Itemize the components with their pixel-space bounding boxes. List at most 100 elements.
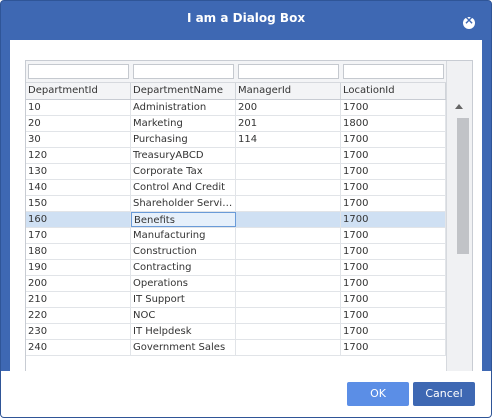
managerid-cell[interactable] xyxy=(236,276,341,291)
filter-departmentid-input[interactable] xyxy=(28,64,129,79)
locationid-cell[interactable]: 1700 xyxy=(341,260,446,275)
table-row[interactable]: 120 TreasuryABCD 1700 xyxy=(26,148,446,164)
departmentid-cell[interactable]: 200 xyxy=(26,276,131,291)
departmentid-cell[interactable]: 20 xyxy=(26,116,131,131)
locationid-cell[interactable]: 1700 xyxy=(341,324,446,339)
managerid-cell[interactable]: 200 xyxy=(236,100,341,115)
departmentname-cell[interactable]: Administration xyxy=(131,100,236,115)
departmentid-cell[interactable]: 130 xyxy=(26,164,131,179)
departmentname-cell[interactable]: Benefits xyxy=(131,212,236,227)
column-header-locationid[interactable]: LocationId xyxy=(341,83,446,99)
table-row[interactable]: 160 Benefits 1700 xyxy=(26,212,446,228)
managerid-cell[interactable] xyxy=(236,292,341,307)
column-header-row: DepartmentId DepartmentName ManagerId Lo… xyxy=(26,83,446,100)
managerid-cell[interactable]: 114 xyxy=(236,132,341,147)
grid-rows: 10 Administration 200 1700 20 Marketing 201 180… xyxy=(26,100,446,399)
table-row[interactable]: 170 Manufacturing 1700 xyxy=(26,228,446,244)
departmentname-cell[interactable]: Operations xyxy=(131,276,236,291)
departmentid-cell[interactable]: 30 xyxy=(26,132,131,147)
table-row[interactable]: 30 Purchasing 114 1700 xyxy=(26,132,446,148)
departmentname-cell[interactable]: Construction xyxy=(131,244,236,259)
table-row[interactable]: 200 Operations 1700 xyxy=(26,276,446,292)
dialog-window: I am a Dialog Box DepartmentId Departmen… xyxy=(0,0,492,418)
locationid-cell[interactable]: 1700 xyxy=(341,212,446,227)
departmentname-cell[interactable]: Control And Credit xyxy=(131,180,236,195)
departmentid-cell[interactable]: 150 xyxy=(26,196,131,211)
departmentid-cell[interactable]: 210 xyxy=(26,292,131,307)
table-row[interactable]: 130 Corporate Tax 1700 xyxy=(26,164,446,180)
scroll-up-icon[interactable] xyxy=(455,104,463,109)
column-header-departmentid[interactable]: DepartmentId xyxy=(26,83,131,99)
dialog-title: I am a Dialog Box xyxy=(186,11,306,25)
departmentname-cell[interactable]: Manufacturing xyxy=(131,228,236,243)
departmentid-cell[interactable]: 180 xyxy=(26,244,131,259)
managerid-cell[interactable] xyxy=(236,164,341,179)
table-row[interactable]: 230 IT Helpdesk 1700 xyxy=(26,324,446,340)
locationid-cell[interactable]: 1700 xyxy=(341,196,446,211)
locationid-cell[interactable]: 1700 xyxy=(341,100,446,115)
locationid-cell[interactable]: 1700 xyxy=(341,148,446,163)
locationid-cell[interactable]: 1700 xyxy=(341,340,446,355)
departmentname-cell[interactable]: Corporate Tax xyxy=(131,164,236,179)
managerid-cell[interactable] xyxy=(236,148,341,163)
departmentname-cell[interactable]: TreasuryABCD xyxy=(131,148,236,163)
departmentname-cell[interactable]: IT Support xyxy=(131,292,236,307)
departmentid-cell[interactable]: 230 xyxy=(26,324,131,339)
managerid-cell[interactable]: 201 xyxy=(236,116,341,131)
locationid-cell[interactable]: 1700 xyxy=(341,292,446,307)
departmentname-cell[interactable]: NOC xyxy=(131,308,236,323)
locationid-cell[interactable]: 1700 xyxy=(341,132,446,147)
vertical-scrollbar[interactable] xyxy=(446,61,472,399)
departmentid-cell[interactable]: 240 xyxy=(26,340,131,355)
table-row[interactable]: 240 Government Sales 1700 xyxy=(26,340,446,356)
managerid-cell[interactable] xyxy=(236,196,341,211)
table-row[interactable]: 210 IT Support 1700 xyxy=(26,292,446,308)
departmentname-cell[interactable]: Government Sales xyxy=(131,340,236,355)
table-row[interactable]: 20 Marketing 201 1800 xyxy=(26,116,446,132)
column-header-managerid[interactable]: ManagerId xyxy=(236,83,341,99)
departmentname-cell[interactable]: Contracting xyxy=(131,260,236,275)
cancel-button[interactable]: Cancel xyxy=(413,382,475,406)
departmentname-cell[interactable]: Shareholder Servic... xyxy=(131,196,236,211)
table-row[interactable]: 10 Administration 200 1700 xyxy=(26,100,446,116)
table-row[interactable]: 190 Contracting 1700 xyxy=(26,260,446,276)
managerid-cell[interactable] xyxy=(236,244,341,259)
managerid-cell[interactable] xyxy=(236,308,341,323)
locationid-cell[interactable]: 1700 xyxy=(341,276,446,291)
departmentid-cell[interactable]: 140 xyxy=(26,180,131,195)
table-row[interactable]: 140 Control And Credit 1700 xyxy=(26,180,446,196)
departmentid-cell[interactable]: 190 xyxy=(26,260,131,275)
close-icon[interactable] xyxy=(463,13,475,29)
locationid-cell[interactable]: 1700 xyxy=(341,244,446,259)
table-row[interactable]: 220 NOC 1700 xyxy=(26,308,446,324)
filter-departmentname-input[interactable] xyxy=(133,64,234,79)
locationid-cell[interactable]: 1700 xyxy=(341,228,446,243)
scroll-thumb[interactable] xyxy=(457,118,469,254)
managerid-cell[interactable] xyxy=(236,212,341,227)
locationid-cell[interactable]: 1700 xyxy=(341,164,446,179)
departmentname-cell[interactable]: Marketing xyxy=(131,116,236,131)
managerid-cell[interactable] xyxy=(236,228,341,243)
departmentname-cell[interactable]: IT Helpdesk xyxy=(131,324,236,339)
dialog-body: DepartmentId DepartmentName ManagerId Lo… xyxy=(10,40,482,400)
departmentid-cell[interactable]: 160 xyxy=(26,212,131,227)
departmentid-cell[interactable]: 120 xyxy=(26,148,131,163)
departmentid-cell[interactable]: 10 xyxy=(26,100,131,115)
managerid-cell[interactable] xyxy=(236,324,341,339)
ok-button[interactable]: OK xyxy=(347,382,409,406)
locationid-cell[interactable]: 1700 xyxy=(341,308,446,323)
locationid-cell[interactable]: 1700 xyxy=(341,180,446,195)
departmentid-cell[interactable]: 220 xyxy=(26,308,131,323)
managerid-cell[interactable] xyxy=(236,180,341,195)
table-row[interactable]: 180 Construction 1700 xyxy=(26,244,446,260)
managerid-cell[interactable] xyxy=(236,340,341,355)
table-row[interactable]: 150 Shareholder Servic... 1700 xyxy=(26,196,446,212)
managerid-cell[interactable] xyxy=(236,260,341,275)
departmentname-cell[interactable]: Purchasing xyxy=(131,132,236,147)
dialog-footer: OK Cancel xyxy=(1,371,491,417)
filter-managerid-input[interactable] xyxy=(238,64,339,79)
column-header-departmentname[interactable]: DepartmentName xyxy=(131,83,236,99)
departmentid-cell[interactable]: 170 xyxy=(26,228,131,243)
locationid-cell[interactable]: 1800 xyxy=(341,116,446,131)
filter-locationid-input[interactable] xyxy=(343,64,444,79)
